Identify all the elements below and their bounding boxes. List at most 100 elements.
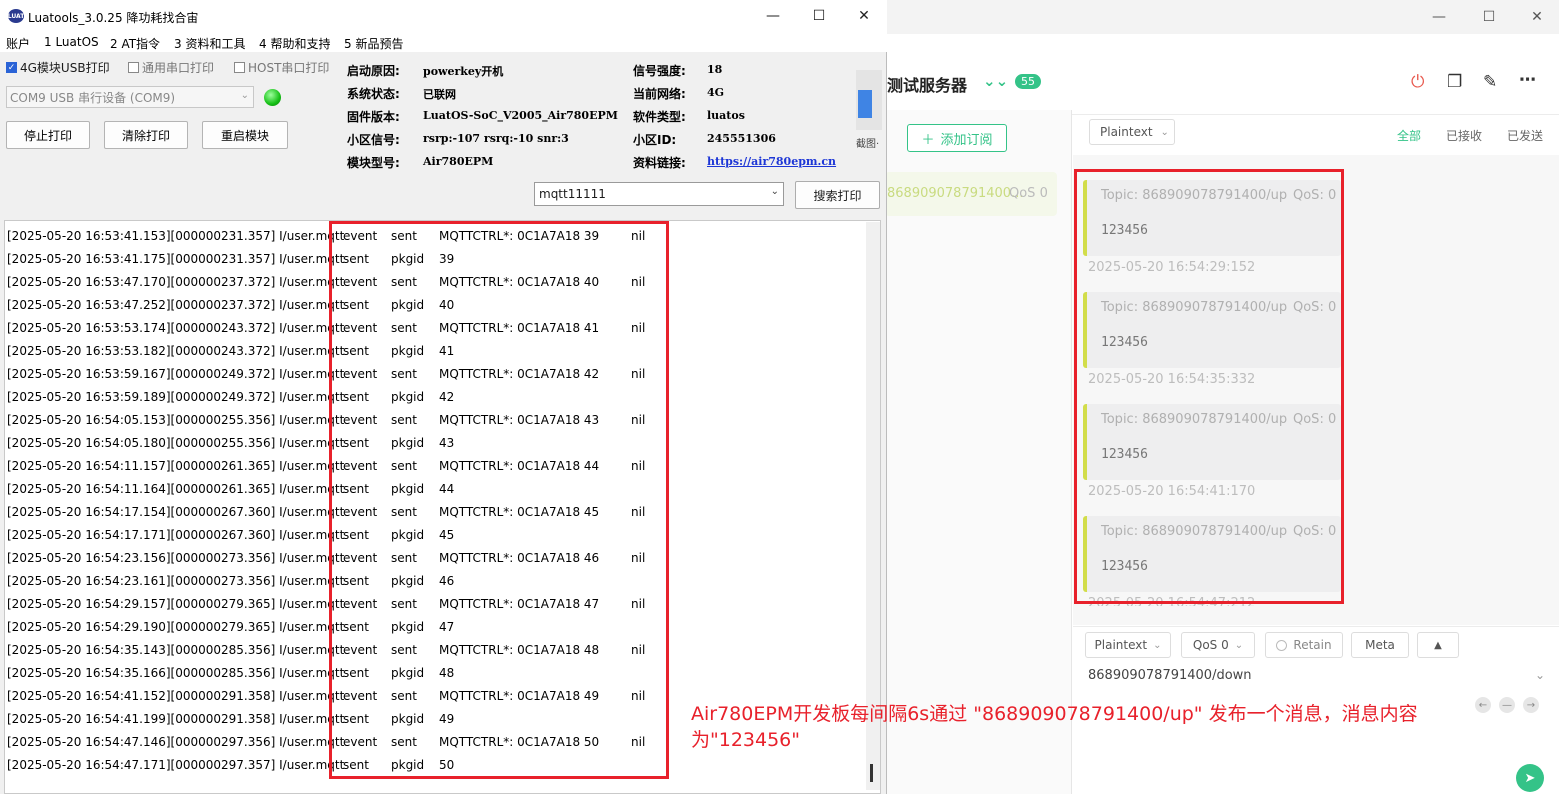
chevron-down-icon: ⌄ (1153, 639, 1162, 651)
radio-icon (1276, 639, 1288, 651)
chevron-down-icon: ⌄ (1234, 639, 1244, 651)
publish-qos-value: QoS 0 (1192, 638, 1229, 652)
log-prefix: [2025-05-20 16:54:47.146][000000297.356]… (7, 735, 345, 749)
minimize-icon[interactable]: — (1419, 0, 1459, 34)
collapse-button[interactable]: ▲ (1417, 632, 1459, 658)
cell-signal-value: rsrp:-107 rsrq:-10 snr:3 (423, 132, 569, 145)
log-prefix: [2025-05-20 16:54:05.180][000000255.356]… (7, 436, 345, 450)
restart-module-button[interactable]: 重启模块 (202, 121, 288, 149)
checkbox-empty-icon (234, 62, 245, 73)
publish-format-select[interactable]: Plaintext ⌄ (1085, 632, 1171, 658)
publish-qos-select[interactable]: QoS 0 ⌄ (1181, 632, 1255, 658)
maximize-icon[interactable]: ☐ (796, 0, 842, 32)
message-count-badge: 55 (1015, 74, 1041, 89)
menu-account[interactable]: 账户 (6, 35, 30, 52)
filter-tab-published[interactable]: 已发送 (1507, 127, 1543, 144)
software-type-label: 软件类型: (633, 110, 686, 124)
minimize-icon[interactable]: — (750, 0, 796, 32)
new-window-icon[interactable]: ❐ (1447, 72, 1462, 92)
current-network-label: 当前网络: (633, 87, 686, 101)
log-prefix: [2025-05-20 16:54:41.152][000000291.358]… (7, 689, 345, 703)
port-select[interactable]: COM9 USB 串行设备 (COM9) ⌄ (6, 86, 254, 108)
boot-reason-label: 启动原因: (347, 64, 400, 78)
chevron-down-icon[interactable]: ⌄ (1535, 668, 1545, 682)
chevron-double-down-icon[interactable]: ⌄⌄ (983, 72, 1008, 90)
menu-tools[interactable]: 3 资料和工具 (174, 35, 245, 52)
search-keyword-select[interactable]: mqtt11111 ⌄ (534, 182, 784, 206)
log-prefix: [2025-05-20 16:54:23.156][000000273.356]… (7, 551, 345, 565)
log-prefix: [2025-05-20 16:54:29.190][000000279.365]… (7, 620, 345, 634)
firmware-value: LuatOS-SoC_V2005_Air780EPM (423, 109, 618, 122)
meta-button[interactable]: Meta (1351, 632, 1409, 658)
annotation-text: Air780EPM开发板每间隔6s通过 "868909078791400/up"… (691, 703, 1418, 751)
module-model-label: 模块型号: (347, 156, 400, 170)
plus-icon: ＋ (921, 132, 935, 148)
edit-icon[interactable]: ✎ (1483, 72, 1497, 92)
subscription-topic: 868909078791400... (887, 186, 1024, 201)
close-icon[interactable]: ✕ (841, 0, 887, 32)
retain-toggle[interactable]: Retain (1265, 632, 1343, 658)
publish-format-value: Plaintext (1094, 638, 1148, 652)
log-prefix: [2025-05-20 16:54:11.157][000000261.365]… (7, 459, 345, 473)
log-prefix: [2025-05-20 16:54:35.166][000000285.356]… (7, 666, 345, 680)
log-prefix: [2025-05-20 16:53:47.252][000000237.372]… (7, 298, 345, 312)
add-subscription-button[interactable]: ＋ 添加订阅 (907, 124, 1007, 152)
log-prefix: [2025-05-20 16:53:41.175][000000231.357]… (7, 252, 345, 266)
send-icon[interactable]: ➤ (1516, 764, 1544, 792)
log-prefix: [2025-05-20 16:54:35.143][000000285.356]… (7, 643, 345, 657)
luatools-logo: LUAT (8, 9, 24, 23)
checkbox-usb-print[interactable]: ✓ 4G模块USB打印 (6, 59, 110, 76)
maximize-icon[interactable]: ☐ (1469, 0, 1509, 34)
menu-new[interactable]: 5 新品预告 (344, 35, 403, 52)
history-next-icon[interactable]: → (1523, 697, 1539, 713)
log-prefix: [2025-05-20 16:53:53.182][000000243.372]… (7, 344, 345, 358)
search-print-button[interactable]: 搜索打印 (795, 181, 880, 209)
payload-format-select[interactable]: Plaintext ⌄ (1089, 119, 1175, 145)
chevron-down-icon: ⌄ (770, 186, 779, 197)
add-subscription-label: 添加订阅 (940, 132, 993, 148)
chevron-down-icon: ⌄ (1160, 126, 1169, 138)
signal-strength-label: 信号强度: (633, 64, 686, 78)
publish-topic-input[interactable]: 868909078791400/down (1088, 668, 1252, 683)
boot-reason-value: powerkey开机 (423, 65, 504, 78)
checkbox-host-print[interactable]: HOST串口打印 (234, 59, 329, 76)
signal-strength-value: 18 (707, 63, 723, 76)
menu-luatos[interactable]: 1 LuatOS (44, 35, 99, 49)
menu-help[interactable]: 4 帮助和支持 (259, 35, 330, 52)
software-type-value: luatos (707, 109, 745, 122)
stop-print-button[interactable]: 停止打印 (6, 121, 90, 149)
menu-at[interactable]: 2 AT指令 (110, 35, 160, 52)
current-network-value: 4G (707, 86, 725, 99)
highlight-box-log (329, 221, 669, 779)
system-status-label: 系统状态: (347, 87, 400, 101)
checkbox-host-label: HOST串口打印 (248, 61, 330, 75)
highlight-box-messages (1074, 169, 1344, 604)
screenshot-thumbnail[interactable] (856, 70, 882, 130)
log-prefix: [2025-05-20 16:53:59.189][000000249.372]… (7, 390, 345, 404)
more-icon[interactable]: ⋯ (1519, 70, 1536, 90)
history-prev-icon[interactable]: ← (1475, 697, 1491, 713)
log-prefix: [2025-05-20 16:54:17.154][000000267.360]… (7, 505, 345, 519)
log-prefix: [2025-05-20 16:54:47.171][000000297.357]… (7, 758, 345, 772)
log-prefix: [2025-05-20 16:54:29.157][000000279.365]… (7, 597, 345, 611)
power-icon[interactable]: ⏻ (1411, 72, 1424, 92)
log-prefix: [2025-05-20 16:54:23.161][000000273.356]… (7, 574, 345, 588)
clear-print-button[interactable]: 清除打印 (104, 121, 188, 149)
history-reset-icon[interactable]: — (1499, 697, 1515, 713)
system-status-value: 已联网 (423, 88, 456, 101)
filter-tab-received[interactable]: 已接收 (1446, 127, 1482, 144)
log-prefix: [2025-05-20 16:54:05.153][000000255.356]… (7, 413, 345, 427)
checkbox-empty-icon (128, 62, 139, 73)
retain-label: Retain (1293, 638, 1332, 652)
checkbox-uart-print[interactable]: 通用串口打印 (128, 59, 214, 76)
check-icon: ✓ (6, 62, 17, 73)
filter-tab-all[interactable]: 全部 (1397, 127, 1421, 144)
close-icon[interactable]: ✕ (1517, 0, 1557, 34)
format-select-value: Plaintext (1100, 125, 1153, 139)
log-prefix: [2025-05-20 16:53:41.153][000000231.357]… (7, 229, 345, 243)
luatools-window: LUAT Luatools_3.0.25 降功耗找合宙 — ☐ ✕ 账户 1 L… (0, 0, 887, 794)
cell-signal-label: 小区信号: (347, 133, 400, 147)
log-scrollbar-thumb[interactable] (870, 764, 873, 782)
docs-link[interactable]: https://air780epm.cn (707, 155, 836, 168)
log-prefix: [2025-05-20 16:54:11.164][000000261.365]… (7, 482, 345, 496)
